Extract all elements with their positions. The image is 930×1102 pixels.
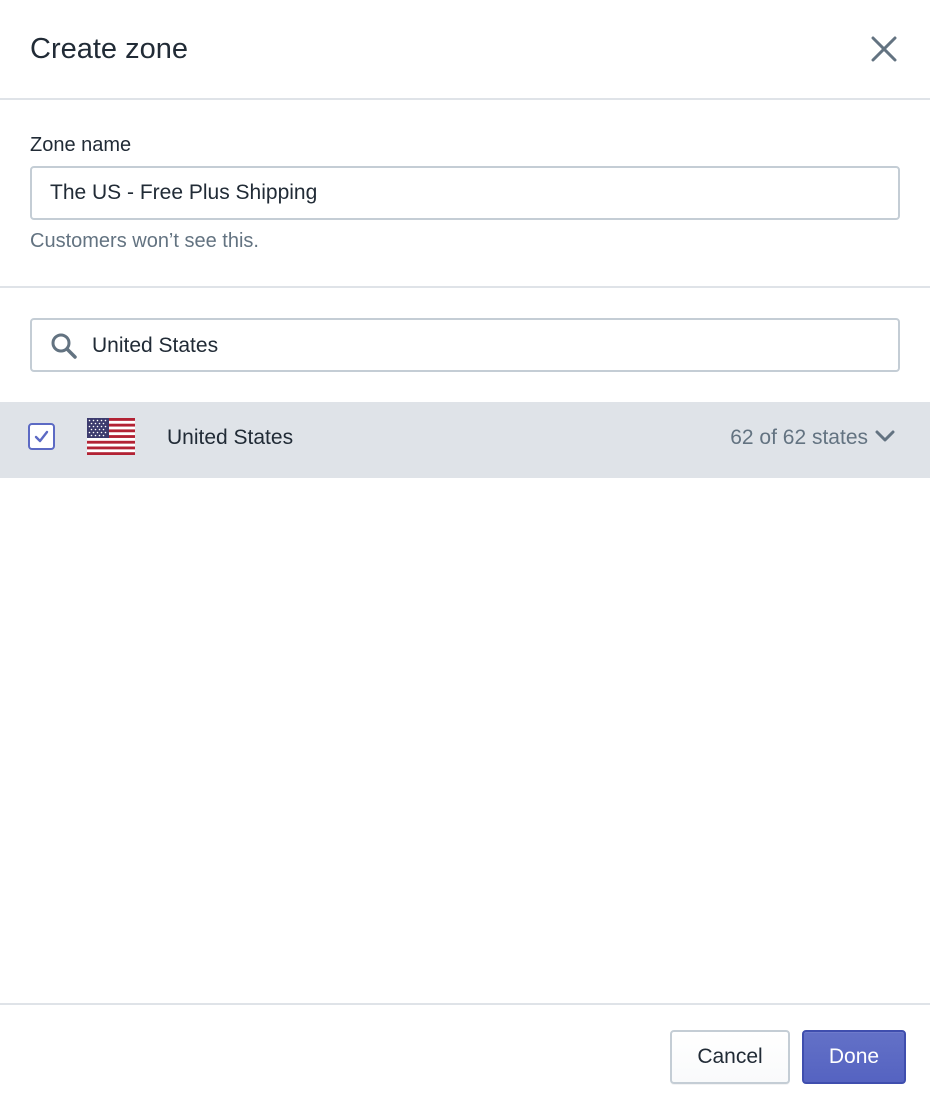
country-search-field[interactable] <box>30 318 900 372</box>
country-checkbox[interactable] <box>28 423 55 450</box>
modal-header: Create zone <box>0 0 930 100</box>
create-zone-modal: Create zone Zone name Customers won’t se… <box>0 0 930 1102</box>
zone-name-input[interactable] <box>30 166 900 220</box>
country-search-input[interactable] <box>90 320 894 372</box>
done-button[interactable]: Done <box>802 1030 906 1084</box>
states-summary: 62 of 62 states <box>730 426 868 449</box>
checkmark-icon <box>34 430 49 443</box>
country-row-united-states[interactable]: United States 62 of 62 states <box>0 402 930 478</box>
cancel-button[interactable]: Cancel <box>670 1030 790 1084</box>
us-flag-icon <box>87 418 135 455</box>
modal-title: Create zone <box>30 33 188 65</box>
modal-footer <box>0 1003 930 1102</box>
chevron-down-icon[interactable] <box>874 428 896 444</box>
zone-name-help-text: Customers won’t see this. <box>30 230 259 252</box>
close-icon <box>871 36 897 62</box>
country-name: United States <box>167 426 294 449</box>
search-icon <box>51 333 77 359</box>
zone-name-label: Zone name <box>30 134 132 156</box>
close-button[interactable] <box>868 33 900 65</box>
